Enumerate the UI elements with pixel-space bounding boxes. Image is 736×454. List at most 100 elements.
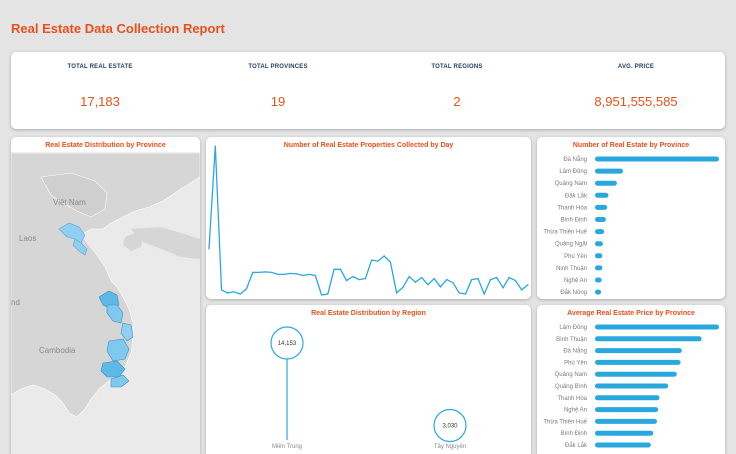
province-count-label: Thanh Hóa bbox=[557, 205, 587, 211]
province-count-bar bbox=[595, 217, 606, 222]
province-price-bar bbox=[595, 395, 660, 401]
daily-count-point bbox=[208, 248, 210, 250]
province-count-label: Nghệ An bbox=[564, 278, 587, 284]
daily-count-point bbox=[252, 271, 254, 273]
province-price-label: Thanh Hóa bbox=[557, 396, 587, 402]
kpi-card: TOTAL REAL ESTATE 17,183 TOTAL PROVINCES… bbox=[11, 52, 725, 129]
daily-count-point bbox=[502, 287, 504, 289]
province-count-label: Đắk Nông bbox=[560, 289, 587, 296]
daily-line-chart[interactable] bbox=[206, 137, 531, 299]
daily-count-point bbox=[308, 273, 310, 275]
province-count-label: Ninh Thuận bbox=[556, 266, 587, 272]
province-count-bar bbox=[595, 229, 605, 235]
province-price-label: Nghệ An bbox=[564, 408, 587, 414]
daily-count-point bbox=[521, 289, 523, 291]
daily-line-chart-card: Number of Real Estate Properties Collect… bbox=[206, 137, 531, 299]
daily-count-point bbox=[496, 276, 498, 279]
province-count-bar bbox=[595, 289, 602, 295]
daily-count-point bbox=[302, 274, 304, 277]
kpi-value: 8,951,555,585 bbox=[594, 94, 678, 109]
province-price-bar bbox=[595, 430, 654, 436]
daily-count-point bbox=[514, 280, 517, 282]
province-price-bar bbox=[595, 359, 681, 365]
daily-count-point bbox=[283, 273, 285, 275]
price-bar-chart-card: Average Real Estate Price by Province Lâ… bbox=[537, 305, 725, 454]
kpi-label: TOTAL PROVINCES bbox=[248, 64, 308, 70]
province-count-label: Đắk Lắk bbox=[565, 192, 588, 199]
daily-count-point bbox=[220, 289, 223, 291]
province-price-label: Phú Yên bbox=[564, 360, 587, 366]
daily-count-point bbox=[245, 288, 248, 290]
region-chart[interactable]: 14,153 Miền Trung 3,030 Tây Nguyên bbox=[206, 305, 531, 454]
kpi-label: AVG. PRICE bbox=[617, 64, 655, 70]
province-price-label: Thừa Thiên Huế bbox=[543, 419, 587, 425]
map-label-vietnam: Việt Nam bbox=[53, 198, 86, 207]
province-count-bar bbox=[595, 277, 602, 283]
province-price-label: Quảng Bình bbox=[555, 384, 587, 390]
daily-count-point bbox=[508, 276, 510, 279]
province-price-bar bbox=[595, 383, 669, 389]
daily-count-point bbox=[402, 286, 404, 288]
report-title: Real Estate Data Collection Report bbox=[11, 21, 225, 36]
daily-count-point bbox=[464, 293, 467, 295]
daily-count-point bbox=[227, 292, 229, 294]
province-price-label: Lâm Đồng bbox=[559, 325, 587, 331]
daily-count-point bbox=[239, 293, 241, 295]
daily-count-point bbox=[389, 261, 391, 263]
daily-count-point bbox=[414, 281, 416, 283]
daily-count-point bbox=[289, 272, 291, 274]
province-count-bar bbox=[595, 241, 603, 247]
kpi-label: TOTAL REGIONS bbox=[431, 64, 483, 70]
region-value-label: 14,153 bbox=[278, 341, 297, 347]
province-count-bar bbox=[595, 265, 603, 271]
daily-count-point bbox=[527, 284, 529, 286]
province-price-bar bbox=[595, 371, 677, 377]
kpi-value: 2 bbox=[453, 94, 461, 109]
province-count-label: Quảng Nam bbox=[555, 181, 587, 187]
region-name-label: Miền Trung bbox=[272, 444, 302, 450]
map-card: Real Estate Distribution by Province Việ… bbox=[11, 137, 200, 454]
province-count-label: Lâm Đồng bbox=[559, 169, 587, 175]
daily-count-point bbox=[258, 271, 260, 273]
daily-count-point bbox=[352, 275, 354, 278]
region-name-label: Tây Nguyên bbox=[434, 444, 466, 450]
daily-count-point bbox=[358, 279, 360, 281]
daily-count-line bbox=[208, 145, 529, 296]
province-count-label: Thừa Thiên Huế bbox=[543, 230, 587, 236]
region-chart-card: Real Estate Distribution by Region 14,15… bbox=[206, 305, 531, 454]
map-label-laos: Laos bbox=[19, 234, 36, 243]
daily-count-point bbox=[296, 273, 298, 275]
province-count-label: Đà Nẵng bbox=[563, 156, 587, 163]
province-price-label: Đà Nẵng bbox=[563, 348, 587, 355]
province-count-bar bbox=[595, 253, 603, 259]
count-bar-chart[interactable]: Đà Nẵng Lâm Đồng Quảng Nam Đắk Lắk Thanh Hóa… bbox=[537, 137, 725, 299]
daily-count-point bbox=[321, 294, 323, 296]
province-count-bar bbox=[595, 156, 719, 162]
daily-count-point bbox=[446, 279, 448, 281]
province-count-label: Quảng Ngãi bbox=[555, 242, 587, 248]
province-map[interactable]: Việt Nam Laos Cambodia nd bbox=[11, 137, 200, 454]
price-bar-chart[interactable]: Lâm Đồng Bình Thuận Đà Nẵng Phú Yên Quảng Na… bbox=[537, 305, 725, 454]
daily-count-point bbox=[421, 276, 423, 279]
daily-count-point bbox=[327, 293, 329, 295]
province-price-bar bbox=[595, 442, 651, 448]
kpi-value: 17,183 bbox=[80, 94, 120, 109]
daily-count-point bbox=[214, 145, 216, 147]
province-price-bar bbox=[595, 336, 702, 342]
daily-count-point bbox=[270, 271, 273, 273]
province-count-bar bbox=[595, 168, 623, 174]
daily-count-point bbox=[233, 291, 235, 293]
province-price-label: Bình Định bbox=[561, 431, 587, 437]
daily-count-point bbox=[452, 282, 454, 284]
daily-count-point bbox=[383, 255, 385, 257]
map-label-cambodia: Cambodia bbox=[39, 346, 76, 355]
daily-count-point bbox=[458, 292, 460, 294]
daily-count-point bbox=[433, 278, 435, 280]
daily-count-point bbox=[408, 275, 410, 278]
daily-count-point bbox=[346, 280, 348, 282]
province-price-bar bbox=[595, 407, 659, 413]
daily-count-point bbox=[477, 278, 479, 280]
daily-count-point bbox=[364, 278, 366, 280]
daily-count-point bbox=[427, 284, 429, 286]
daily-count-point bbox=[264, 271, 266, 273]
